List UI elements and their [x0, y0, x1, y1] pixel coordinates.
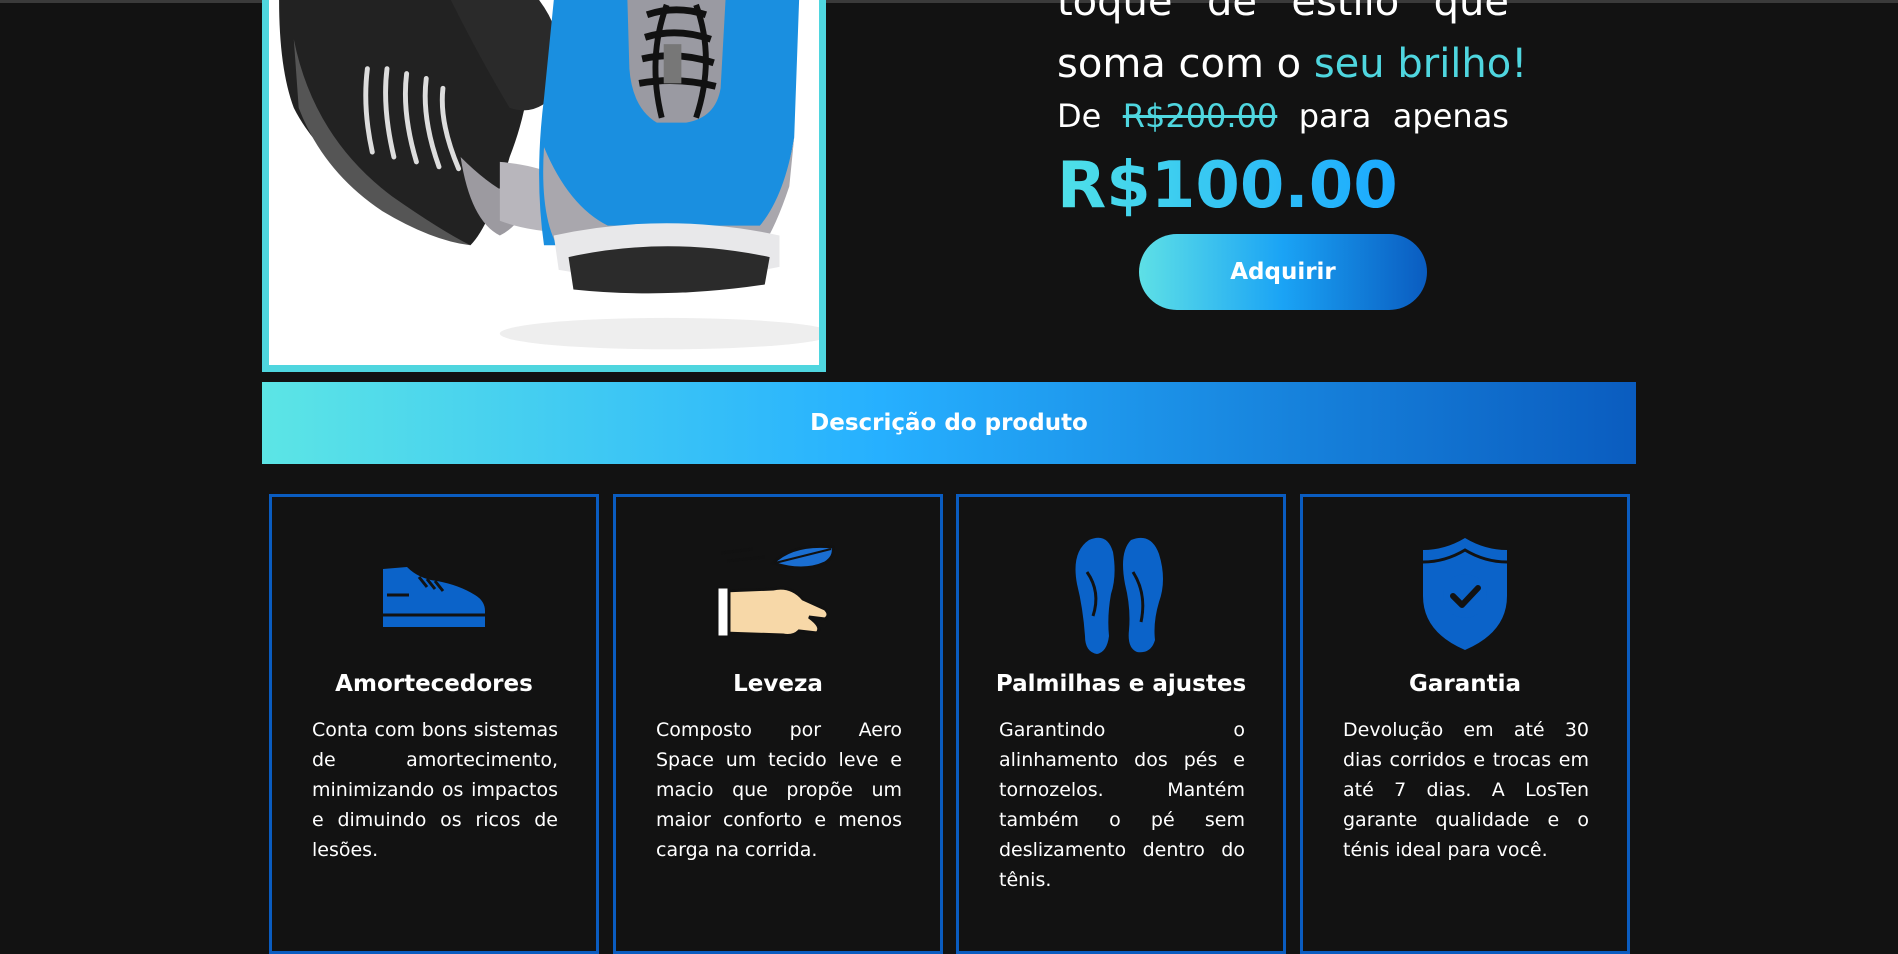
- feature-card-warranty: Garantia Devolução em até 30 dias corrid…: [1300, 494, 1630, 954]
- feature-title: Amortecedores: [335, 671, 533, 697]
- feature-text: Garantindo o alinhamento dos pés e torno…: [999, 719, 1245, 891]
- feature-title: Leveza: [733, 671, 823, 697]
- feature-card-lightness: Leveza Composto por Aero Space um tecido…: [613, 494, 943, 954]
- hero-headline-line2: soma com o seu brilho!: [1057, 40, 1527, 88]
- hero-headline-accent: seu brilho!: [1313, 41, 1528, 87]
- product-description-header: Descrição do produto: [262, 382, 1636, 464]
- feature-card-insoles: Palmilhas e ajustes Garantindo o alinham…: [956, 494, 1286, 954]
- hero-word: toque: [1057, 0, 1173, 25]
- hero-headline-prefix: soma com o: [1057, 41, 1302, 87]
- sneaker-icon: [272, 539, 596, 649]
- old-price: R$200.00: [1122, 97, 1278, 135]
- insoles-icon: [959, 537, 1283, 654]
- hero-word: estilo: [1291, 0, 1400, 25]
- feature-text: Conta com bons sistemas de amortecimento…: [312, 719, 558, 861]
- buy-button[interactable]: Adquirir: [1139, 234, 1427, 310]
- feather-hand-icon: [616, 539, 940, 649]
- hero-word: que: [1433, 0, 1509, 25]
- product-description-title: Descrição do produto: [810, 410, 1088, 436]
- feature-text: Devolução em até 30 dias corridos e troc…: [1343, 719, 1589, 861]
- price-prefix: De: [1057, 97, 1102, 135]
- sneakers-illustration: [274, 0, 819, 365]
- feature-card-cushioning: Amortecedores Conta com bons sistemas de…: [269, 494, 599, 954]
- hero-word: de: [1206, 0, 1257, 25]
- feature-text: Composto por Aero Space um tecido leve e…: [656, 719, 902, 861]
- new-price: R$100.00: [1057, 149, 1398, 223]
- price-line: De R$200.00 para apenas: [1057, 96, 1509, 136]
- product-image: [262, 0, 826, 372]
- price-suffix: apenas: [1392, 97, 1509, 135]
- feature-title: Garantia: [1408, 671, 1522, 697]
- shield-check-icon: [1303, 538, 1627, 650]
- feature-title: Palmilhas e ajustes: [995, 671, 1247, 697]
- price-connector: para: [1298, 97, 1372, 135]
- hero-headline-line1: toque de estilo que: [1057, 0, 1509, 26]
